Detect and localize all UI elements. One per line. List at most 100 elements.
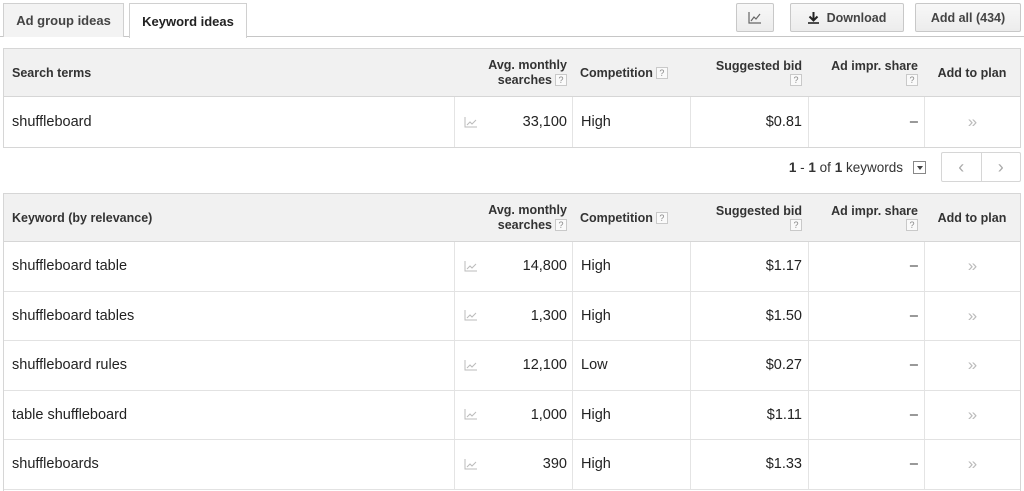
keyword-text: table shuffleboard [12, 406, 128, 423]
help-icon[interactable]: ? [555, 74, 567, 87]
add-to-plan-icon[interactable]: » [924, 242, 1020, 291]
col-impr-label: Ad impr. share [831, 59, 918, 73]
suggested-bid-value: $1.33 [690, 440, 808, 489]
trend-chart-icon[interactable] [464, 292, 478, 341]
avg-searches-value: 12,100 [522, 357, 567, 374]
table-row: shuffleboards 390 High $1.33 – » [4, 440, 1020, 490]
col-add-to-plan: Add to plan [937, 65, 1007, 80]
help-icon[interactable]: ? [555, 219, 567, 232]
add-to-plan-icon[interactable]: » [924, 97, 1020, 147]
col-competition[interactable]: Competition? [572, 194, 690, 241]
col-suggested-bid[interactable]: Suggested bid? [690, 49, 808, 96]
col-keyword[interactable]: Keyword (by relevance) [12, 194, 152, 241]
trend-chart-icon[interactable] [464, 391, 478, 440]
help-icon[interactable]: ? [655, 66, 668, 79]
table-row: shuffleboard tables 1,300 High $1.50 – » [4, 291, 1020, 341]
competition-value: High [572, 97, 690, 147]
next-page-button[interactable]: › [982, 153, 1021, 181]
col-suggested-bid[interactable]: Suggested bid? [690, 194, 808, 241]
suggested-bid-value: $0.81 [690, 97, 808, 147]
col-avg-line1: Avg. monthly [488, 202, 567, 217]
col-add-to-plan: Add to plan [937, 210, 1007, 225]
tab-ad-group-ideas[interactable]: Ad group ideas [3, 3, 124, 37]
help-icon[interactable]: ? [790, 219, 802, 231]
table-row: shuffleboard table 14,800 High $1.17 – » [4, 242, 1020, 292]
col-search-terms: Search terms [12, 65, 92, 80]
total-count: 1 [834, 160, 843, 175]
unit-label: keywords [845, 160, 903, 175]
keyword-text: shuffleboards [12, 456, 99, 473]
add-to-plan-icon[interactable]: » [924, 390, 1020, 439]
trend-chart-icon[interactable] [464, 97, 478, 147]
table-header: Keyword (by relevance) Avg. monthly sear… [4, 194, 1020, 242]
suggested-bid-value: $1.50 [690, 291, 808, 340]
cell-divider [454, 341, 455, 390]
line-chart-icon [748, 11, 761, 24]
col-avg-line2: searches [497, 217, 552, 232]
col-competition-label: Competition [580, 65, 653, 80]
col-bid-label: Suggested bid [715, 204, 802, 218]
competition-value: Low [572, 341, 690, 390]
table-header: Search terms Avg. monthly searches? Comp… [4, 49, 1020, 97]
suggested-bid-value: $1.11 [690, 390, 808, 439]
trend-chart-icon[interactable] [464, 341, 478, 390]
impr-share-value: – [808, 390, 924, 439]
keyword-text: shuffleboard rules [12, 357, 128, 374]
impr-share-value: – [808, 291, 924, 340]
top-toolbar: Ad group ideas Keyword ideas Download Ad… [0, 0, 1024, 38]
keyword-text: shuffleboard [12, 114, 92, 130]
add-all-button[interactable]: Add all (434) [915, 3, 1021, 32]
add-to-plan-icon[interactable]: » [924, 341, 1020, 390]
suggested-bid-value: $1.17 [690, 242, 808, 291]
help-icon[interactable]: ? [655, 211, 668, 224]
download-label: Download [826, 10, 887, 25]
col-ad-impr-share[interactable]: Ad impr. share? [808, 49, 924, 96]
competition-value: High [572, 291, 690, 340]
keyword-ideas-table: Keyword (by relevance) Avg. monthly sear… [3, 193, 1021, 491]
help-icon[interactable]: ? [906, 74, 918, 86]
chart-view-button[interactable] [736, 3, 774, 32]
table-row: shuffleboard rules 12,100 Low $0.27 – » [4, 341, 1020, 391]
tab-keyword-ideas[interactable]: Keyword ideas [129, 3, 247, 38]
col-bid-label: Suggested bid [715, 59, 802, 73]
cell-divider [454, 440, 455, 489]
avg-searches-value: 14,800 [522, 258, 567, 275]
col-competition[interactable]: Competition? [572, 49, 690, 96]
col-avg-line2-wrap: searches? [498, 73, 567, 88]
trend-chart-icon[interactable] [464, 242, 478, 291]
help-icon[interactable]: ? [790, 74, 802, 86]
range-end: 1 [808, 160, 816, 175]
col-ad-impr-share[interactable]: Ad impr. share? [808, 194, 924, 241]
avg-searches-value: 390 [542, 456, 567, 473]
avg-searches-value: 1,000 [530, 406, 567, 423]
pagination: 1 - 1 of 1 keywords ‹ › [0, 151, 1024, 185]
col-impr-label: Ad impr. share [831, 204, 918, 218]
impr-share-value: – [808, 341, 924, 390]
pagination-range: 1 - 1 of 1 keywords [789, 160, 903, 175]
keyword-text: shuffleboard table [12, 258, 128, 275]
page-nav: ‹ › [941, 152, 1021, 182]
competition-value: High [572, 440, 690, 489]
cell-divider [454, 97, 455, 147]
download-button[interactable]: Download [790, 3, 904, 32]
table-row: shuffleboard 33,100 High $0.81 – » [4, 97, 1020, 147]
add-to-plan-icon[interactable]: » [924, 291, 1020, 340]
pagination-label: 1 - 1 of 1 keywords [789, 160, 926, 175]
col-avg-monthly-searches[interactable]: Avg. monthly searches? [484, 49, 567, 96]
trend-chart-icon[interactable] [464, 440, 478, 489]
cell-divider [454, 242, 455, 291]
help-icon[interactable]: ? [906, 219, 918, 231]
cell-divider [454, 390, 455, 439]
col-avg-line2: searches [497, 72, 552, 87]
col-avg-monthly-searches[interactable]: Avg. monthly searches? [484, 194, 567, 241]
avg-searches-value: 1,300 [530, 307, 567, 324]
add-to-plan-icon[interactable]: » [924, 440, 1020, 489]
competition-value: High [572, 390, 690, 439]
range-sep: - [796, 160, 809, 175]
avg-searches-value: 33,100 [522, 114, 567, 130]
col-avg-line1: Avg. monthly [488, 57, 567, 72]
keyword-text: shuffleboard tables [12, 307, 135, 324]
chevron-down-icon[interactable] [913, 161, 926, 174]
of-label: of [819, 160, 831, 175]
prev-page-button[interactable]: ‹ [942, 153, 982, 181]
